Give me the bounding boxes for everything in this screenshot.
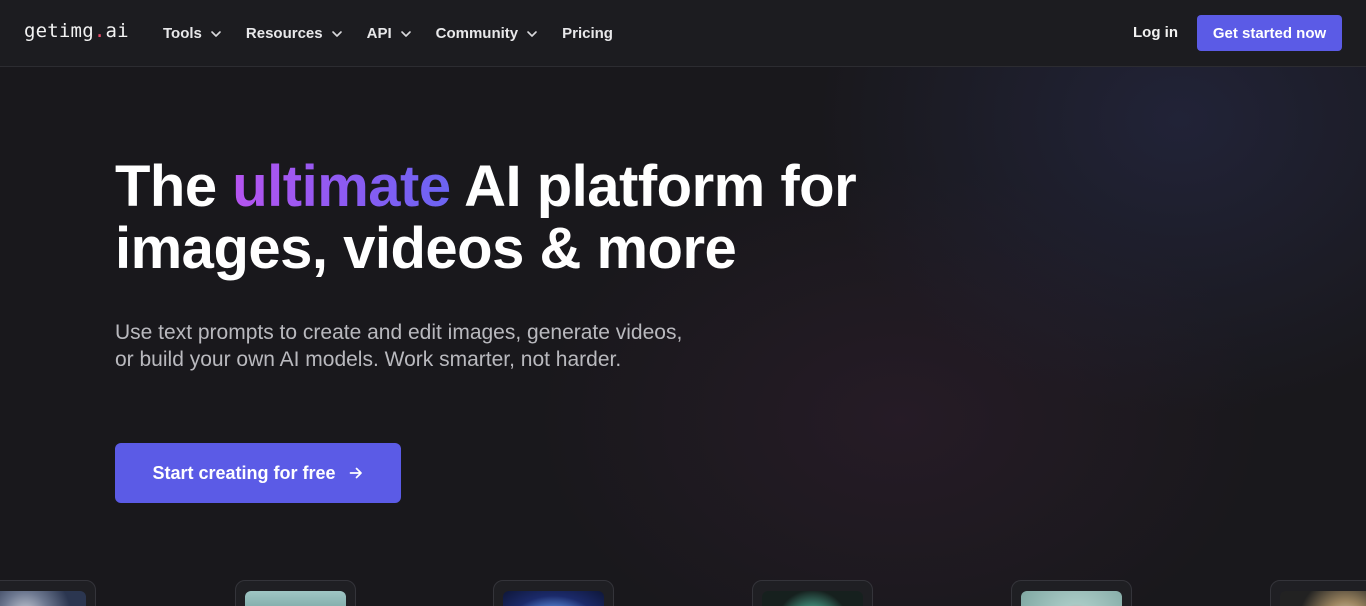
- thumbnail-image: [503, 591, 604, 606]
- thumbnail-image: [0, 591, 86, 606]
- menu-item-resources[interactable]: Resources: [246, 25, 343, 42]
- hero-title-pre: The: [115, 154, 217, 219]
- chevron-down-icon: [211, 30, 221, 37]
- logo-dot: .: [93, 20, 106, 42]
- hero-title: The ultimate AI platform for images, vid…: [115, 156, 935, 280]
- hero-title-accent: ultimate: [232, 154, 451, 219]
- logo-suffix: ai: [105, 20, 129, 42]
- hero-title-post: AI platform for: [464, 154, 857, 219]
- thumbnail-6[interactable]: [1270, 580, 1366, 606]
- menu-item-label: Resources: [245, 25, 323, 42]
- thumbnail-1[interactable]: [0, 580, 96, 606]
- menu-item-api[interactable]: API: [367, 25, 412, 42]
- start-creating-button[interactable]: Start creating for free: [115, 443, 401, 503]
- thumbnail-image: [1021, 591, 1122, 606]
- chevron-down-icon: [400, 30, 411, 37]
- menu-item-tools[interactable]: Tools: [163, 25, 222, 42]
- chevron-down-icon: [527, 30, 537, 37]
- top-nav: getimg. ai Tools Resources API Community …: [0, 0, 1366, 67]
- menu-item-label: Community: [435, 25, 519, 42]
- start-creating-label: Start creating for free: [152, 462, 336, 483]
- menu-item-label: Tools: [163, 25, 202, 42]
- menu-item-pricing[interactable]: Pricing: [562, 25, 613, 42]
- hero-title-line2: images, videos & more: [115, 216, 737, 281]
- menu-item-label: Pricing: [562, 25, 613, 42]
- thumbnail-2[interactable]: [235, 580, 356, 606]
- main-menu: Tools Resources API Community Pricing: [163, 0, 637, 67]
- menu-item-label: API: [366, 25, 392, 42]
- thumbnail-image: [245, 591, 346, 606]
- thumbnail-image: [1280, 591, 1366, 606]
- thumbnail-4[interactable]: [752, 580, 873, 606]
- arrow-right-icon: [349, 467, 362, 479]
- chevron-down-icon: [331, 30, 342, 37]
- get-started-button[interactable]: Get started now: [1197, 15, 1342, 51]
- thumbnail-3[interactable]: [493, 580, 614, 606]
- logo[interactable]: getimg. ai: [24, 20, 129, 42]
- thumbnail-5[interactable]: [1011, 580, 1132, 606]
- page: getimg. ai Tools Resources API Community …: [0, 0, 1366, 606]
- logo-text: getimg: [24, 20, 94, 42]
- thumbnail-image: [762, 591, 863, 606]
- menu-item-community[interactable]: Community: [436, 25, 539, 42]
- hero-subtitle: Use text prompts to create and edit imag…: [115, 321, 683, 371]
- login-link[interactable]: Log in: [1133, 24, 1178, 41]
